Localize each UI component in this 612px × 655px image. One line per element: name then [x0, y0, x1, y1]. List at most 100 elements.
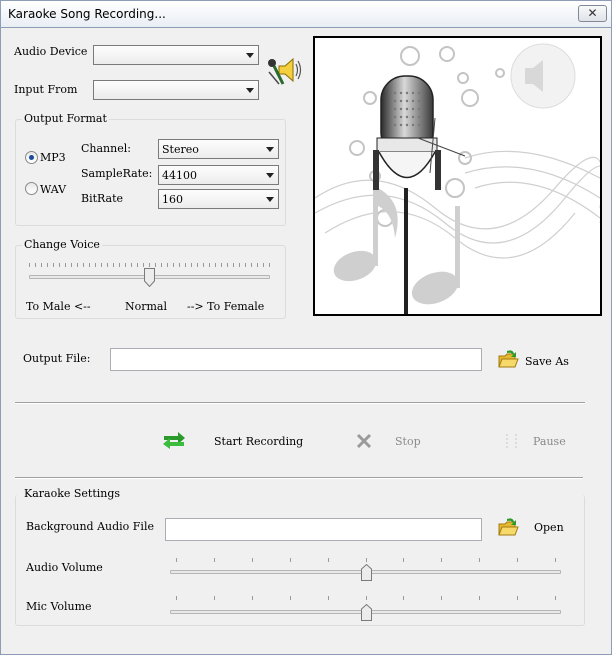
mp3-radio[interactable] — [25, 151, 38, 164]
tick-mark — [251, 263, 252, 267]
tick-mark — [479, 596, 480, 600]
tick-mark — [89, 263, 90, 267]
tick-mark — [197, 263, 198, 267]
audio-device-label: Audio Device — [14, 45, 88, 58]
karaoke-separator — [15, 477, 583, 479]
tick-mark — [239, 263, 240, 267]
x-icon[interactable] — [356, 433, 372, 449]
tick-mark — [290, 596, 291, 600]
bg-audio-label: Background Audio File — [26, 520, 154, 533]
tick-mark — [203, 263, 204, 267]
tick-mark — [95, 263, 96, 267]
microphone-illustration — [315, 43, 600, 314]
tick-mark — [125, 263, 126, 267]
mp3-label: MP3 — [40, 151, 66, 164]
tick-mark — [214, 558, 215, 562]
tick-mark — [176, 596, 177, 600]
tick-mark — [71, 263, 72, 267]
chevron-down-icon — [266, 197, 274, 202]
tick-mark — [252, 558, 253, 562]
audio-device-select[interactable] — [93, 45, 259, 65]
tick-mark — [107, 263, 108, 267]
tick-mark — [290, 558, 291, 562]
audio-volume-ticks — [176, 558, 556, 562]
audio-volume-thumb[interactable] — [361, 563, 372, 582]
to-female-label: --> To Female — [187, 300, 265, 313]
chevron-down-icon — [246, 53, 254, 58]
tick-mark — [41, 263, 42, 267]
tick-mark — [209, 263, 210, 267]
tick-mark — [143, 263, 144, 267]
samplerate-select[interactable]: 44100 — [158, 165, 279, 185]
tick-mark — [176, 558, 177, 562]
tick-mark — [77, 263, 78, 267]
tick-mark — [233, 263, 234, 267]
bitrate-label: BitRate — [81, 192, 124, 205]
tick-mark — [441, 596, 442, 600]
voice-slider-thumb[interactable] — [144, 268, 155, 287]
folder-open-icon[interactable] — [497, 516, 519, 538]
output-format-legend: Output Format — [22, 112, 109, 125]
close-button[interactable]: ✕ — [578, 5, 607, 22]
tick-mark — [161, 263, 162, 267]
pause-icon[interactable] — [504, 433, 520, 449]
tick-mark — [221, 263, 222, 267]
tick-mark — [263, 263, 264, 267]
tick-mark — [185, 263, 186, 267]
tick-mark — [47, 263, 48, 267]
tick-mark — [555, 596, 556, 600]
tick-mark — [101, 263, 102, 267]
tick-mark — [155, 263, 156, 267]
mic-volume-label: Mic Volume — [26, 600, 92, 613]
pause-button[interactable]: Pause — [533, 435, 566, 448]
window-title: Karaoke Song Recording... — [8, 7, 166, 21]
tick-mark — [215, 263, 216, 267]
tick-mark — [245, 263, 246, 267]
voice-slider-ticks — [29, 263, 270, 267]
tick-mark — [53, 263, 54, 267]
tick-mark — [269, 263, 270, 267]
bitrate-select[interactable]: 160 — [158, 189, 279, 209]
tick-mark — [517, 558, 518, 562]
bg-audio-input[interactable] — [165, 518, 482, 541]
change-voice-legend: Change Voice — [22, 238, 102, 251]
tick-mark — [441, 558, 442, 562]
tick-mark — [227, 263, 228, 267]
start-recording-button[interactable]: Start Recording — [214, 435, 303, 448]
tick-mark — [366, 596, 367, 600]
stop-button[interactable]: Stop — [395, 435, 421, 448]
separator — [15, 402, 585, 404]
tick-mark — [167, 263, 168, 267]
input-from-select[interactable] — [93, 80, 259, 100]
swap-arrows-icon[interactable] — [162, 430, 186, 450]
tick-mark — [83, 263, 84, 267]
mic-volume-thumb[interactable] — [361, 603, 372, 622]
channel-select[interactable]: Stereo — [158, 139, 279, 159]
wav-radio[interactable] — [25, 182, 38, 195]
normal-label: Normal — [125, 300, 168, 313]
save-as-button[interactable]: Save As — [525, 355, 569, 368]
tick-mark — [517, 596, 518, 600]
samplerate-label: SampleRate: — [81, 167, 153, 180]
samplerate-value: 44100 — [162, 169, 197, 182]
speaker-mic-icon[interactable] — [265, 54, 303, 88]
folder-open-icon[interactable] — [497, 348, 519, 370]
tick-mark — [328, 558, 329, 562]
tick-mark — [214, 596, 215, 600]
audio-volume-label: Audio Volume — [26, 561, 103, 574]
title-bar: Karaoke Song Recording... ✕ — [0, 0, 612, 28]
channel-value: Stereo — [162, 143, 199, 156]
tick-mark — [252, 596, 253, 600]
channel-label: Channel: — [81, 142, 131, 155]
microphone-artwork — [313, 36, 602, 316]
tick-mark — [59, 263, 60, 267]
chevron-down-icon — [246, 88, 254, 93]
output-file-label: Output File: — [23, 352, 91, 365]
open-button[interactable]: Open — [534, 521, 564, 534]
tick-mark — [179, 263, 180, 267]
tick-mark — [479, 558, 480, 562]
tick-mark — [65, 263, 66, 267]
output-file-input[interactable] — [110, 348, 482, 371]
tick-mark — [555, 558, 556, 562]
tick-mark — [29, 263, 30, 267]
